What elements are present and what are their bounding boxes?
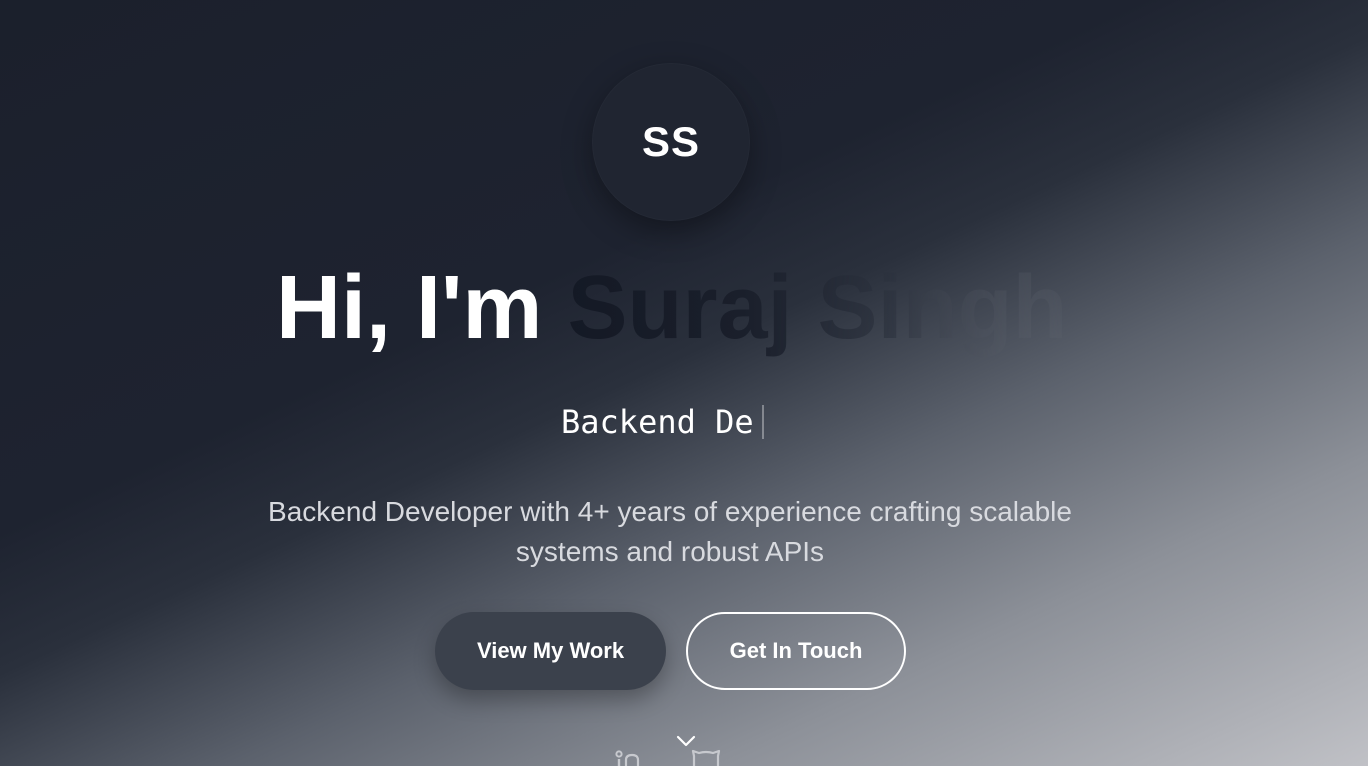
hero-headline: Hi, I'm Suraj Singh [276,258,1068,358]
typed-role-text: Backend De [561,403,754,441]
typing-caret [761,405,764,439]
typed-role: Backend De [561,402,764,442]
get-in-touch-label: Get In Touch [729,638,863,663]
github-icon[interactable] [688,748,724,766]
linkedin-icon[interactable] [612,748,652,766]
headline-greeting: Hi, I'm [276,258,543,358]
hero-section: SS Hi, I'm Suraj Singh Backend De Backen… [0,0,1368,766]
chevron-down-icon[interactable] [676,734,696,748]
headline-name: Suraj Singh [567,258,1068,358]
avatar: SS [592,63,750,221]
view-my-work-label: View My Work [476,638,625,663]
view-my-work-button[interactable]: View My Work [435,612,666,690]
avatar-initials: SS [641,118,701,165]
get-in-touch-button[interactable]: Get In Touch [686,612,906,690]
hero-description: Backend Developer with 4+ years of exper… [268,496,1072,567]
